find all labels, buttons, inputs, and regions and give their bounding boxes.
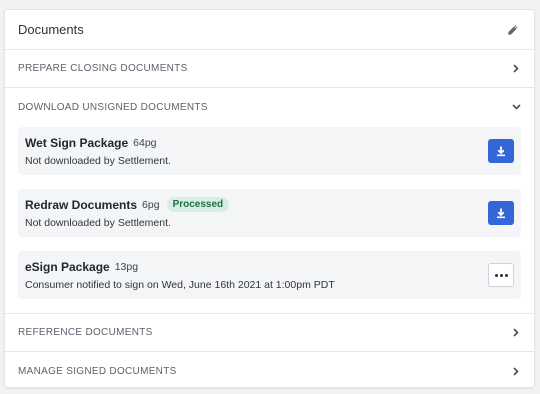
- page-count: 6pg: [142, 198, 160, 211]
- section-label: PREPARE CLOSING DOCUMENTS: [18, 63, 188, 74]
- document-status: Not downloaded by Settlement.: [25, 154, 171, 167]
- documents-card: Documents PREPARE CLOSING DOCUMENTS DOWN…: [4, 9, 535, 388]
- chevron-right-icon: [511, 64, 521, 74]
- list-item: eSign Package 13pg Consumer notified to …: [18, 251, 521, 299]
- page-count: 13pg: [114, 260, 139, 273]
- section-reference-documents[interactable]: REFERENCE DOCUMENTS: [5, 314, 534, 352]
- document-name: Redraw Documents: [25, 197, 138, 212]
- section-label: MANAGE SIGNED DOCUMENTS: [18, 365, 177, 377]
- section-manage-signed-documents[interactable]: MANAGE SIGNED DOCUMENTS: [5, 352, 534, 387]
- download-button[interactable]: [488, 201, 514, 225]
- card-title: Documents: [18, 22, 84, 37]
- section-label: REFERENCE DOCUMENTS: [18, 327, 153, 338]
- document-status: Consumer notified to sign on Wed, June 1…: [25, 278, 335, 291]
- section-prepare-closing-documents[interactable]: PREPARE CLOSING DOCUMENTS: [5, 50, 534, 88]
- status-badge: Processed: [166, 197, 230, 212]
- more-icon: [494, 273, 508, 277]
- pencil-icon[interactable]: [505, 22, 521, 38]
- document-name: eSign Package: [25, 259, 110, 274]
- document-status: Not downloaded by Settlement.: [25, 217, 171, 229]
- document-name: Wet Sign Package: [25, 135, 129, 150]
- download-documents-list: Wet Sign Package 64pg Not downloaded by …: [5, 126, 534, 314]
- chevron-right-icon: [511, 366, 521, 376]
- more-options-button[interactable]: [488, 263, 514, 287]
- section-download-unsigned-documents[interactable]: DOWNLOAD UNSIGNED DOCUMENTS: [5, 88, 534, 126]
- download-button[interactable]: [488, 139, 514, 163]
- chevron-down-icon: [511, 102, 521, 112]
- download-icon: [497, 208, 505, 219]
- download-icon: [497, 146, 505, 157]
- section-label: DOWNLOAD UNSIGNED DOCUMENTS: [18, 101, 208, 113]
- list-item: Wet Sign Package 64pg Not downloaded by …: [18, 127, 521, 175]
- list-item: Redraw Documents 6pg Processed Not downl…: [18, 189, 521, 237]
- card-header: Documents: [5, 10, 534, 50]
- chevron-right-icon: [511, 328, 521, 338]
- page-count: 64pg: [133, 136, 157, 149]
